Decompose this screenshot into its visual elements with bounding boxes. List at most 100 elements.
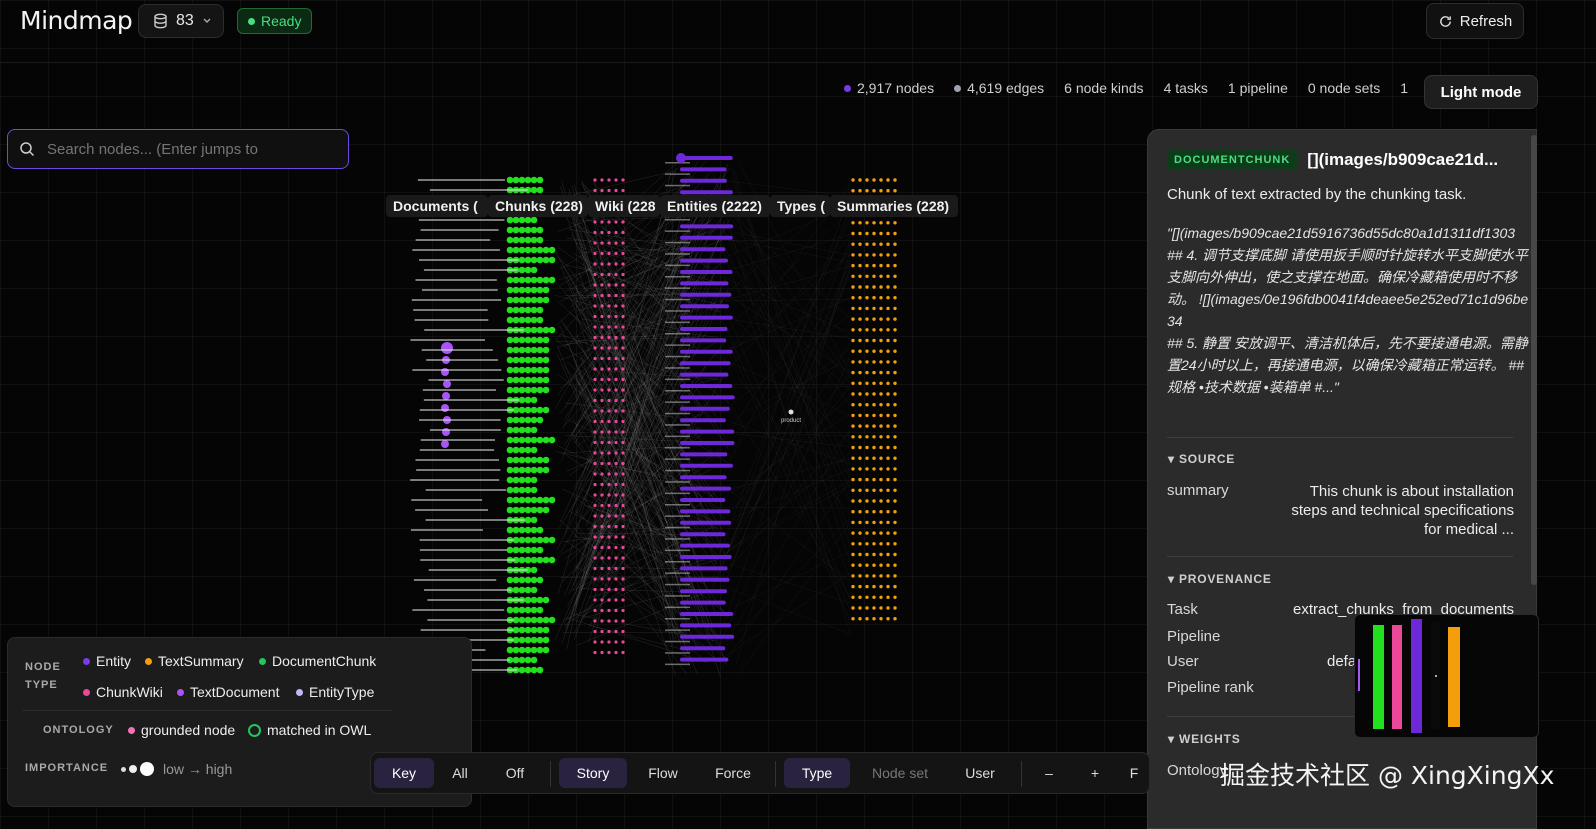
status-dot-icon <box>248 18 255 25</box>
wiki-node <box>614 493 617 496</box>
summary-node <box>893 617 896 620</box>
summary-node <box>886 275 889 278</box>
summary-node <box>879 350 882 353</box>
chunk-node <box>537 527 544 534</box>
summary-node <box>886 467 889 470</box>
chunk-node <box>543 647 550 654</box>
minimap[interactable] <box>1354 614 1539 738</box>
chunk-node <box>525 597 532 604</box>
source-section-toggle[interactable]: ▾ SOURCE <box>1168 452 1235 466</box>
wiki-node <box>593 462 596 465</box>
all-button[interactable]: All <box>435 758 485 788</box>
chunk-node <box>537 407 544 414</box>
chunk-label-line <box>413 309 487 311</box>
chunk-node <box>525 247 532 254</box>
chunk-node <box>507 337 514 344</box>
wiki-node <box>593 598 596 601</box>
user-button[interactable]: User <box>948 758 1012 788</box>
chunk-label-line <box>419 419 501 421</box>
summary-node <box>858 617 861 620</box>
graph-edge <box>720 357 850 644</box>
summary-node <box>858 382 861 385</box>
summary-node <box>865 617 868 620</box>
refresh-button[interactable]: Refresh <box>1426 3 1524 39</box>
chunk-node <box>507 307 514 314</box>
chunk-node <box>531 477 538 484</box>
wiki-node <box>600 588 603 591</box>
legend-item-textsummary[interactable]: TextSummary <box>145 653 244 669</box>
summary-node <box>865 446 868 449</box>
wiki-node <box>600 483 603 486</box>
provenance-section-toggle[interactable]: ▾ PROVENANCE <box>1168 572 1272 586</box>
legend-item-textdocument[interactable]: TextDocument <box>177 684 279 700</box>
wiki-node <box>593 567 596 570</box>
chunk-label-line <box>426 359 498 361</box>
wiki-node <box>614 189 617 192</box>
summary-node <box>858 499 861 502</box>
graph-edge <box>732 179 850 474</box>
chunk-node <box>513 627 520 634</box>
chunk-node <box>525 527 532 534</box>
chunk-node <box>537 667 544 674</box>
legend-item-entity[interactable]: Entity <box>83 653 131 669</box>
chunk-label-line <box>416 239 490 241</box>
chunk-node <box>537 437 544 444</box>
summary-node <box>865 553 868 556</box>
type-button[interactable]: Type <box>784 758 850 788</box>
off-button[interactable]: Off <box>488 758 542 788</box>
search-input[interactable] <box>45 140 329 159</box>
chunk-node <box>525 287 532 294</box>
chunk-node <box>543 537 550 544</box>
zoom-in-button[interactable]: + <box>1077 758 1113 788</box>
stat-edges-label: 4,619 edges <box>967 80 1044 96</box>
summary-node <box>858 457 861 460</box>
wiki-node <box>593 525 596 528</box>
summary-node <box>851 499 854 502</box>
flow-button[interactable]: Flow <box>629 758 697 788</box>
summary-node <box>879 221 882 224</box>
chunk-node <box>519 277 526 284</box>
summary-node <box>851 542 854 545</box>
force-button[interactable]: Force <box>699 758 767 788</box>
legend-item-documentchunk[interactable]: DocumentChunk <box>259 653 376 669</box>
weights-section-toggle[interactable]: ▾ WEIGHTS <box>1168 732 1241 746</box>
legend-item-entitytype[interactable]: EntityType <box>296 684 374 700</box>
chunk-node <box>513 577 520 584</box>
wiki-node <box>614 609 617 612</box>
chunk-node <box>531 177 538 184</box>
summary-node <box>879 243 882 246</box>
summary-node <box>851 403 854 406</box>
summary-node <box>851 371 854 374</box>
chunk-node <box>525 407 532 414</box>
wiki-node <box>621 535 624 538</box>
wiki-node <box>607 630 610 633</box>
chunk-node <box>531 307 538 314</box>
light-mode-button[interactable]: Light mode <box>1424 75 1538 109</box>
dataset-select[interactable]: 83 <box>138 4 224 38</box>
zoom-out-button[interactable]: – <box>1031 758 1067 788</box>
graph-canvas[interactable]: product <box>380 140 940 700</box>
fit-button[interactable]: F <box>1121 758 1147 788</box>
wiki-node <box>600 262 603 265</box>
provenance-key: Task <box>1167 601 1198 618</box>
summary-node <box>865 339 868 342</box>
summary-node <box>865 403 868 406</box>
search-box[interactable] <box>7 129 349 169</box>
key-button[interactable]: Key <box>374 758 434 788</box>
entity-node-row <box>680 395 735 399</box>
chunk-node <box>507 357 514 364</box>
wiki-node <box>600 231 603 234</box>
detail-scrollbar[interactable] <box>1531 135 1537 585</box>
entity-label-line <box>665 333 690 335</box>
summary-node <box>886 564 889 567</box>
chunk-node <box>549 557 556 564</box>
chunk-node <box>507 237 514 244</box>
story-button[interactable]: Story <box>559 758 627 788</box>
stat-edges: 4,619 edges <box>954 80 1044 96</box>
chunk-node <box>519 237 526 244</box>
node-set-button[interactable]: Node set <box>852 758 948 788</box>
summary-node <box>865 232 868 235</box>
chunk-label-line <box>427 619 513 621</box>
legend-item-chunkwiki[interactable]: ChunkWiki <box>83 684 163 700</box>
summary-node <box>886 424 889 427</box>
